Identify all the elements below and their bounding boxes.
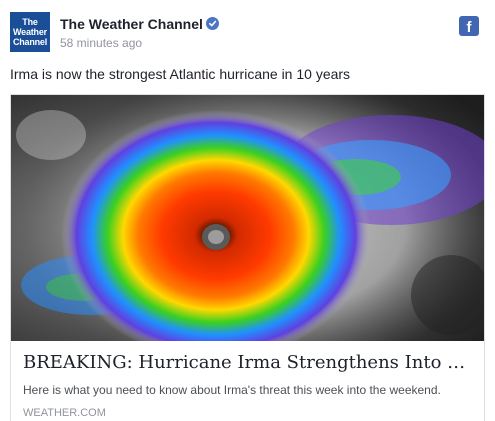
facebook-post: The Weather Channel The Weather Channel … xyxy=(0,0,495,421)
link-title[interactable]: BREAKING: Hurricane Irma Strengthens Int… xyxy=(23,351,472,375)
page-name-link[interactable]: The Weather Channel xyxy=(60,16,203,32)
post-caption: Irma is now the strongest Atlantic hurri… xyxy=(10,66,351,82)
link-description: Here is what you need to know about Irma… xyxy=(23,383,441,397)
verified-badge-icon xyxy=(206,17,219,30)
logo-line-2: Weather xyxy=(13,27,47,37)
link-preview-body[interactable]: BREAKING: Hurricane Irma Strengthens Int… xyxy=(11,341,484,421)
facebook-icon[interactable]: f xyxy=(459,16,479,36)
link-preview-card[interactable]: BREAKING: Hurricane Irma Strengthens Int… xyxy=(10,94,485,421)
logo-line-3: Channel xyxy=(12,37,48,47)
logo-line-1: The xyxy=(22,17,38,27)
link-domain: WEATHER.COM xyxy=(23,407,106,419)
post-timestamp[interactable]: 58 minutes ago xyxy=(60,36,142,50)
post-header: The Weather Channel The Weather Channel … xyxy=(10,12,485,54)
hurricane-satellite-image[interactable] xyxy=(11,95,484,341)
weather-channel-logo-icon[interactable]: The Weather Channel xyxy=(10,12,50,52)
